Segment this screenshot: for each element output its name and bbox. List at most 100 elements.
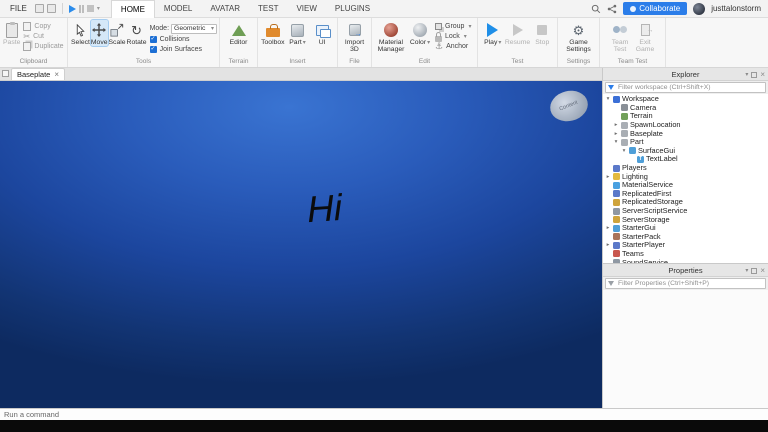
tab-model[interactable]: MODEL	[155, 0, 201, 18]
scale-tool-button[interactable]: Scale	[109, 20, 126, 46]
tab-list-icon[interactable]	[2, 70, 9, 77]
ui-button[interactable]: UI	[310, 20, 334, 46]
properties-filter-input[interactable]	[605, 278, 766, 289]
collapsed-arrow-icon[interactable]: ▸	[605, 173, 611, 181]
mode-dropdown[interactable]: Geometric	[171, 23, 218, 34]
settings-group-label: Settings	[566, 58, 591, 65]
gear-icon: ⚙	[572, 22, 585, 38]
surfacegui-textlabel[interactable]: Hi	[305, 186, 346, 231]
ribbon-group-clipboard: Paste Copy ✂ Cut Duplicate Clipboard	[0, 18, 68, 67]
tab-avatar[interactable]: AVATAR	[201, 0, 249, 18]
copy-quick-icon[interactable]	[34, 4, 44, 13]
part-icon	[621, 138, 628, 146]
collisions-checkbox[interactable]: Collisions	[149, 35, 217, 44]
duplicate-button[interactable]: Duplicate	[23, 42, 64, 51]
tab-view[interactable]: VIEW	[287, 0, 325, 18]
collapsed-arrow-icon[interactable]: ▸	[613, 121, 619, 129]
tree-item-spawnlocation[interactable]: ▸ SpawnLocation	[603, 121, 768, 130]
tab-test[interactable]: TEST	[249, 0, 287, 18]
cut-button[interactable]: ✂ Cut	[23, 32, 63, 41]
tab-home[interactable]: HOME	[110, 0, 155, 18]
tree-item-terrain[interactable]: Terrain	[603, 112, 768, 121]
move-icon	[91, 22, 107, 38]
teams-icon	[613, 250, 620, 258]
chevron-down-icon[interactable]: ▾	[745, 71, 748, 78]
serverstorage-icon	[613, 216, 620, 224]
lock-button[interactable]: Lock	[435, 31, 471, 42]
tree-item-soundservice[interactable]: SoundService	[603, 258, 768, 263]
ribbon-group-team-test: TeamTest ExitGame Team Test	[600, 18, 666, 67]
copy-button[interactable]: Copy	[23, 22, 63, 31]
chevron-down-icon[interactable]: ▾	[97, 6, 100, 12]
move-tool-button[interactable]: Move	[89, 19, 109, 47]
workspace-icon	[613, 95, 620, 103]
duplicate-icon	[23, 42, 32, 51]
pop-out-icon[interactable]	[751, 71, 758, 78]
expanded-arrow-icon[interactable]: ▾	[613, 138, 619, 146]
surfacegui-icon	[629, 147, 636, 155]
close-icon[interactable]: ×	[760, 70, 765, 79]
explorer-filter-row	[603, 81, 768, 94]
team-test-button[interactable]: Team Test	[608, 20, 632, 53]
floating-part[interactable]: Content	[546, 86, 592, 126]
tree-item-teams[interactable]: Teams	[603, 249, 768, 259]
tree-item-part[interactable]: ▾ Part	[603, 138, 768, 147]
user-avatar[interactable]	[693, 2, 706, 15]
color-button[interactable]: Color	[408, 20, 432, 47]
tree-item-camera[interactable]: Camera	[603, 103, 768, 113]
select-tool-button[interactable]: Select	[71, 20, 90, 46]
join-surfaces-checkbox[interactable]: Join Surfaces	[149, 45, 217, 54]
floating-part-label: Content	[558, 99, 580, 113]
expanded-arrow-icon[interactable]: ▾	[621, 147, 627, 155]
stop-button[interactable]: Stop	[531, 20, 555, 46]
collaborate-button[interactable]: Collaborate	[623, 2, 688, 15]
tab-plugins[interactable]: PLUGINS	[326, 0, 379, 18]
group-button[interactable]: Group	[435, 22, 471, 31]
tree-item-baseplate[interactable]: ▸ Baseplate	[603, 129, 768, 138]
part-button[interactable]: Part	[286, 20, 310, 47]
checkbox-checked-icon	[149, 46, 157, 53]
replicatedfirst-icon	[613, 190, 620, 198]
play-button[interactable]: Play	[481, 20, 505, 47]
copy-icon	[23, 22, 32, 31]
paste-button[interactable]: Paste	[3, 20, 20, 46]
resume-button[interactable]: Resume	[505, 20, 530, 46]
document-tab-baseplate[interactable]: Baseplate ×	[11, 68, 66, 80]
collapsed-arrow-icon[interactable]: ▸	[613, 130, 619, 138]
collapsed-arrow-icon[interactable]: ▸	[605, 224, 611, 232]
command-input[interactable]	[0, 409, 768, 420]
ribbon-group-insert: Toolbox Part UI Insert	[258, 18, 338, 67]
paste-quick-icon[interactable]	[46, 4, 56, 13]
expanded-arrow-icon[interactable]: ▾	[605, 95, 611, 103]
scale-icon	[109, 22, 125, 38]
tree-item-workspace[interactable]: ▾ Workspace	[603, 95, 768, 104]
properties-header[interactable]: Properties ▾ ×	[603, 264, 768, 277]
textlabel-icon: T	[637, 155, 644, 163]
divider	[61, 3, 63, 14]
anchor-button[interactable]: ⚓ Anchor	[435, 42, 471, 51]
search-icon[interactable]	[591, 4, 601, 14]
game-settings-button[interactable]: ⚙ Game Settings	[563, 20, 595, 54]
material-manager-button[interactable]: Material Manager	[375, 20, 407, 53]
file-menu-button[interactable]: FILE	[5, 2, 32, 15]
import-3d-button[interactable]: Import3D	[343, 20, 367, 53]
exit-game-button[interactable]: ExitGame	[633, 20, 657, 53]
checkbox-checked-icon	[149, 36, 157, 43]
rotate-tool-button[interactable]: ↻ Rotate	[127, 20, 147, 47]
tree-item-surfacegui[interactable]: ▾ SurfaceGui	[603, 146, 768, 156]
explorer-header[interactable]: Explorer ▾ ×	[603, 68, 768, 81]
tree-item-label: ServerScriptService	[622, 206, 688, 216]
titlebar-right: Collaborate justtalonstorm	[591, 2, 763, 15]
quick-play-icon[interactable]	[68, 4, 76, 13]
pop-out-icon[interactable]	[751, 267, 758, 274]
share-icon[interactable]	[607, 4, 617, 14]
collapsed-arrow-icon[interactable]: ▸	[605, 241, 611, 249]
close-icon[interactable]: ×	[760, 266, 765, 275]
close-icon[interactable]: ×	[54, 70, 59, 79]
clipboard-icon	[5, 21, 18, 38]
chevron-down-icon[interactable]: ▾	[745, 267, 748, 274]
toolbox-button[interactable]: Toolbox	[261, 20, 285, 46]
3d-viewport[interactable]: Hi Content	[0, 81, 602, 408]
terrain-editor-button[interactable]: Editor	[227, 20, 251, 46]
explorer-filter-input[interactable]	[605, 82, 766, 93]
